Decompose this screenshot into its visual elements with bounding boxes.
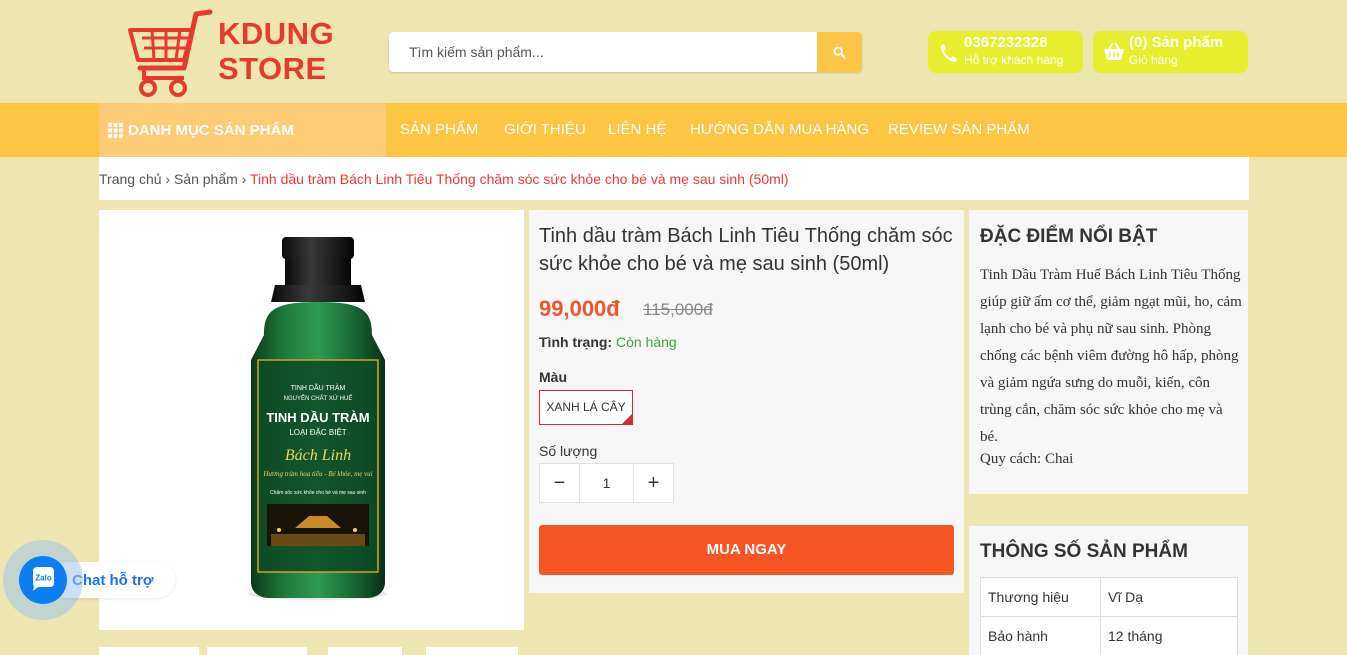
features-panel: ĐẶC ĐIỂM NỔI BẬT Tinh Dầu Tràm Huế Bách … [969, 210, 1248, 494]
main-nav: DANH MỤC SẢN PHẨM SẢN PHẨM GIỚI THIỆU LI… [0, 103, 1347, 157]
product-info-panel: Tinh dầu tràm Bách Linh Tiêu Thống chăm … [529, 210, 964, 593]
spec-value: 12 tháng [1100, 616, 1238, 655]
svg-text:Zalo: Zalo [35, 574, 52, 583]
nav-item-review[interactable]: REVIEW SẢN PHẨM [888, 103, 1030, 157]
cart-caption: Giỏ hàng [1129, 53, 1178, 67]
breadcrumb-current: Tinh dầu tràm Bách Linh Tiêu Thống chăm … [250, 171, 789, 187]
store-logo[interactable]: KDUNG STORE [126, 8, 356, 100]
color-label: Màu [539, 369, 567, 385]
svg-text:Bách Linh: Bách Linh [285, 447, 351, 464]
nav-item-about[interactable]: GIỚI THIỆU [504, 103, 586, 157]
chat-support-label: Chat hỗ trợ [72, 572, 154, 589]
logo-line-1: KDUNG [218, 16, 335, 51]
breadcrumb-separator: › [237, 171, 250, 187]
search-icon [833, 45, 846, 59]
svg-text:NGUYÊN CHẤT XỨ HUẾ: NGUYÊN CHẤT XỨ HUẾ [284, 394, 353, 402]
svg-text:TINH DẦU TRÀM: TINH DẦU TRÀM [266, 410, 369, 425]
search-bar [389, 32, 862, 72]
product-price: 99,000đ [539, 296, 620, 321]
product-old-price: 115,000đ [643, 300, 713, 319]
breadcrumb-separator: › [161, 171, 174, 187]
cart-box[interactable]: (0) Sản phẩm Giỏ hàng [1093, 31, 1248, 73]
specs-table: Thương hiệu Vĩ Dạ Bảo hành 12 tháng [980, 577, 1238, 655]
features-spec-line: Quy cách: Chai [980, 451, 1074, 467]
stock-status-label: Tình trạng: [539, 334, 613, 350]
specs-title: THÔNG SỐ SẢN PHẨM [980, 541, 1188, 562]
category-menu-label: DANH MỤC SẢN PHẨM [128, 121, 294, 139]
table-row: Bảo hành 12 tháng [980, 616, 1238, 655]
spec-value: Vĩ Dạ [1100, 577, 1238, 617]
selected-check-icon [621, 413, 633, 425]
svg-text:Chăm sóc sức khỏe cho bé và mẹ: Chăm sóc sức khỏe cho bé và mẹ sau sinh [270, 489, 366, 496]
logo-text: KDUNG STORE [218, 16, 334, 86]
category-menu-button[interactable]: DANH MỤC SẢN PHẨM [99, 103, 386, 157]
thumbnail[interactable] [426, 647, 518, 655]
breadcrumb: Trang chủ › Sản phẩm › Tinh dầu tràm Bác… [99, 157, 1249, 200]
phone-icon [941, 44, 957, 62]
grid-icon [108, 122, 123, 138]
hotline-caption: Hỗ trợ khách hàng [964, 53, 1064, 67]
svg-text:Hương tràm hoa tiêu - Bé khỏe,: Hương tràm hoa tiêu - Bé khỏe, mẹ vui [262, 470, 372, 478]
basket-icon [1104, 42, 1124, 60]
cart-count: (0) Sản phẩm [1129, 34, 1224, 51]
nav-item-contact[interactable]: LIÊN HỆ [608, 103, 666, 157]
nav-item-products[interactable]: SẢN PHẨM [400, 103, 478, 157]
color-option-selected[interactable]: XANH LÁ CÂY [539, 390, 633, 425]
shopping-cart-logo-icon [128, 9, 213, 97]
product-title: Tinh dầu tràm Bách Linh Tiêu Thống chăm … [539, 225, 953, 275]
spec-label: Bảo hành [980, 616, 1101, 655]
thumbnail[interactable] [99, 647, 199, 655]
quantity-label: Số lượng [539, 443, 598, 459]
quantity-decrease-button[interactable]: − [540, 464, 580, 502]
quantity-increase-button[interactable]: + [633, 464, 673, 502]
hotline-phone: 0367232328 [964, 34, 1048, 51]
features-text: Tinh Dầu Tràm Huế Bách Linh Tiêu Thống g… [980, 267, 1242, 445]
logo-line-2: STORE [218, 51, 327, 86]
stock-status-value: Còn hàng [616, 334, 677, 350]
search-input[interactable] [389, 32, 817, 72]
nav-item-buying-guide[interactable]: HƯỚNG DẪN MUA HÀNG [690, 103, 869, 157]
stock-status: Tình trạng: Còn hàng [539, 334, 677, 350]
buy-now-button[interactable]: MUA NGAY [539, 525, 954, 575]
quantity-input[interactable]: 1 [580, 464, 633, 502]
color-option-label: XANH LÁ CÂY [546, 400, 626, 414]
site-header: KDUNG STORE 0367232328 Hỗ trợ khách hàng… [0, 0, 1347, 103]
breadcrumb-section[interactable]: Sản phẩm [174, 171, 238, 187]
table-row: Thương hiệu Vĩ Dạ [980, 577, 1238, 617]
quantity-stepper: − 1 + [539, 463, 674, 503]
search-button[interactable] [817, 32, 862, 72]
zalo-icon: Zalo [33, 567, 54, 591]
specs-panel: THÔNG SỐ SẢN PHẨM Thương hiệu Vĩ Dạ Bảo … [969, 526, 1248, 655]
spec-label: Thương hiệu [980, 577, 1101, 617]
breadcrumb-home[interactable]: Trang chủ [99, 171, 162, 187]
thumbnail[interactable] [207, 647, 307, 655]
svg-text:LOẠI ĐẶC BIỆT: LOẠI ĐẶC BIỆT [289, 428, 346, 437]
features-title: ĐẶC ĐIỂM NỔI BẬT [980, 226, 1158, 247]
thumbnail[interactable] [328, 647, 402, 655]
zalo-chat-icon[interactable]: Zalo [19, 556, 67, 604]
hotline-box[interactable]: 0367232328 Hỗ trợ khách hàng [928, 31, 1083, 73]
